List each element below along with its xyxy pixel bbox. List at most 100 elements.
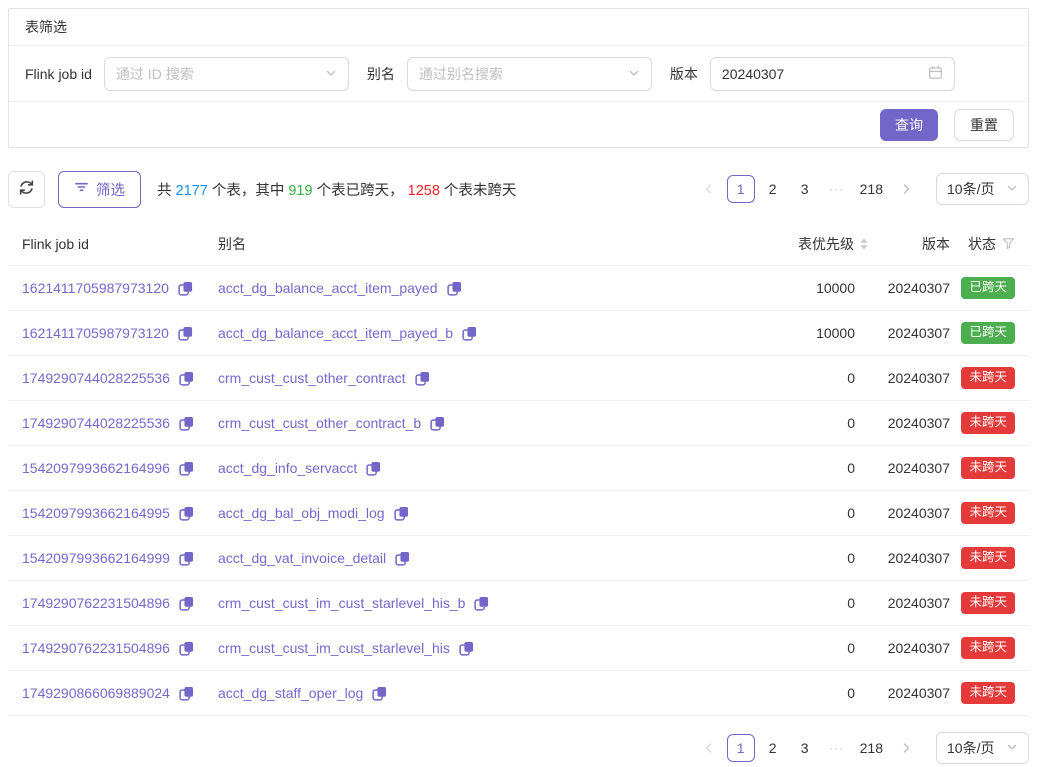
pagination-page-218[interactable]: 218	[855, 734, 888, 762]
page-size-select[interactable]: 10条/页	[936, 173, 1029, 205]
page-size-select[interactable]: 10条/页	[936, 732, 1029, 764]
copy-icon[interactable]	[462, 326, 477, 341]
table: Flink job id 别名 表优先级 版本 状态 1621411705987…	[8, 222, 1029, 716]
pagination-page-3[interactable]: 3	[791, 175, 819, 203]
alias-link[interactable]: crm_cust_cust_other_contract	[218, 370, 406, 386]
copy-icon[interactable]	[179, 596, 194, 611]
filter-funnel-icon[interactable]	[1002, 237, 1015, 250]
alias-link[interactable]: acct_dg_vat_invoice_detail	[218, 550, 386, 566]
pagination-next[interactable]	[892, 734, 920, 762]
filter-button-label: 筛选	[96, 179, 125, 200]
query-button[interactable]: 查询	[880, 109, 938, 141]
alias-link[interactable]: crm_cust_cust_im_cust_starlevel_his	[218, 640, 450, 656]
copy-icon[interactable]	[447, 281, 462, 296]
column-header-priority[interactable]: 表优先级	[749, 234, 869, 254]
cell-flink-job-id: 1749290744028225536	[22, 415, 218, 431]
flink-job-id-link[interactable]: 1749290744028225536	[22, 370, 170, 386]
alias-label: 别名	[367, 64, 395, 84]
cell-priority: 0	[749, 415, 869, 431]
pagination-page-2[interactable]: 2	[759, 734, 787, 762]
cell-flink-job-id: 1749290762231504896	[22, 640, 218, 656]
flink-job-id-link[interactable]: 1749290744028225536	[22, 415, 170, 431]
cell-version: 20240307	[869, 550, 950, 566]
cell-alias: crm_cust_cust_im_cust_starlevel_his	[218, 640, 749, 656]
flink-job-id-link[interactable]: 1542097993662164995	[22, 505, 170, 521]
copy-icon[interactable]	[372, 686, 387, 701]
summary-not-crossed-count: 1258	[408, 183, 440, 199]
copy-icon[interactable]	[430, 416, 445, 431]
table-row: 1749290762231504896 crm_cust_cust_im_cust…	[8, 626, 1029, 671]
flink-job-id-link[interactable]: 1749290762231504896	[22, 595, 170, 611]
alias-select[interactable]: 通过别名搜索	[407, 57, 652, 91]
table-header: Flink job id 别名 表优先级 版本 状态	[8, 222, 1029, 266]
page-size-label: 10条/页	[947, 738, 994, 758]
table-row: 1749290744028225536 crm_cust_cust_other_c…	[8, 356, 1029, 401]
cell-status: 已跨天	[950, 322, 1015, 344]
sort-icon[interactable]	[859, 237, 869, 251]
copy-icon[interactable]	[179, 416, 194, 431]
pagination-page-3[interactable]: 3	[791, 734, 819, 762]
alias-link[interactable]: acct_dg_staff_oper_log	[218, 685, 363, 701]
cell-priority: 0	[749, 460, 869, 476]
copy-icon[interactable]	[395, 551, 410, 566]
alias-link[interactable]: acct_dg_balance_acct_item_payed_b	[218, 325, 453, 341]
copy-icon[interactable]	[179, 371, 194, 386]
alias-placeholder: 通过别名搜索	[419, 64, 503, 84]
version-date-value: 20240307	[722, 66, 784, 82]
pagination-prev	[695, 734, 723, 762]
copy-icon[interactable]	[178, 326, 193, 341]
reset-button[interactable]: 重置	[954, 109, 1014, 141]
cell-flink-job-id: 1542097993662164996	[22, 460, 218, 476]
version-date-input[interactable]: 20240307	[710, 57, 955, 91]
flink-job-id-link[interactable]: 1749290866069889024	[22, 685, 170, 701]
flink-job-id-link[interactable]: 1542097993662164999	[22, 550, 170, 566]
filter-form-row: Flink job id 通过 ID 搜索 别名 通过别名搜索	[9, 46, 1028, 102]
filter-button[interactable]: 筛选	[58, 171, 141, 208]
status-badge: 未跨天	[961, 502, 1015, 524]
pagination-page-2[interactable]: 2	[759, 175, 787, 203]
copy-icon[interactable]	[366, 461, 381, 476]
copy-icon[interactable]	[179, 686, 194, 701]
pagination-prev	[695, 175, 723, 203]
alias-link[interactable]: acct_dg_info_servacct	[218, 460, 357, 476]
copy-icon[interactable]	[179, 506, 194, 521]
cell-priority: 10000	[749, 280, 869, 296]
pagination-page-218[interactable]: 218	[855, 175, 888, 203]
copy-icon[interactable]	[459, 641, 474, 656]
alias-link[interactable]: crm_cust_cust_im_cust_starlevel_his_b	[218, 595, 465, 611]
cell-version: 20240307	[869, 325, 950, 341]
pagination-ellipsis[interactable]: ···	[823, 175, 851, 203]
alias-link[interactable]: crm_cust_cust_other_contract_b	[218, 415, 421, 431]
refresh-button[interactable]	[8, 171, 45, 208]
status-badge: 未跨天	[961, 367, 1015, 389]
pagination-ellipsis[interactable]: ···	[823, 734, 851, 762]
cell-version: 20240307	[869, 595, 950, 611]
copy-icon[interactable]	[394, 506, 409, 521]
pagination-page-1[interactable]: 1	[727, 734, 755, 762]
status-badge: 未跨天	[961, 412, 1015, 434]
chevron-down-icon	[325, 66, 337, 82]
copy-icon[interactable]	[415, 371, 430, 386]
alias-link[interactable]: acct_dg_bal_obj_modi_log	[218, 505, 385, 521]
copy-icon[interactable]	[474, 596, 489, 611]
flink-job-id-link[interactable]: 1621411705987973120	[22, 280, 169, 296]
cell-alias: crm_cust_cust_other_contract	[218, 370, 749, 386]
table-row: 1542097993662164999 acct_dg_vat_invoice_d…	[8, 536, 1029, 581]
pagination-page-1[interactable]: 1	[727, 175, 755, 203]
cell-flink-job-id: 1621411705987973120	[22, 325, 218, 341]
cell-priority: 0	[749, 370, 869, 386]
copy-icon[interactable]	[179, 551, 194, 566]
cell-priority: 0	[749, 685, 869, 701]
copy-icon[interactable]	[179, 641, 194, 656]
cell-alias: crm_cust_cust_other_contract_b	[218, 415, 749, 431]
copy-icon[interactable]	[178, 281, 193, 296]
pagination-next[interactable]	[892, 175, 920, 203]
flink-job-id-link[interactable]: 1749290762231504896	[22, 640, 170, 656]
flink-job-id-link[interactable]: 1542097993662164996	[22, 460, 170, 476]
alias-link[interactable]: acct_dg_balance_acct_item_payed	[218, 280, 438, 296]
cell-status: 未跨天	[950, 637, 1015, 659]
copy-icon[interactable]	[179, 461, 194, 476]
flink-job-id-select[interactable]: 通过 ID 搜索	[104, 57, 349, 91]
flink-job-id-link[interactable]: 1621411705987973120	[22, 325, 169, 341]
cell-status: 未跨天	[950, 682, 1015, 704]
